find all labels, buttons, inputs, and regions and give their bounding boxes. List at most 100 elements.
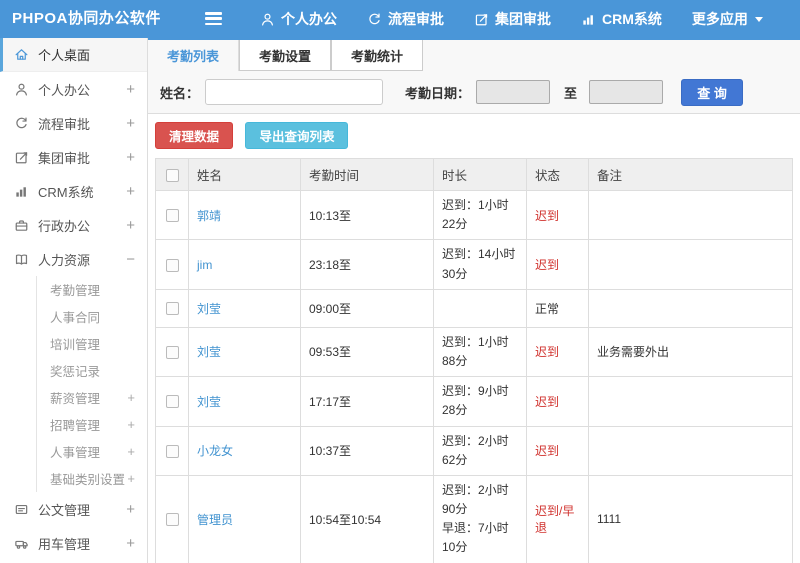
sidebar-subitem-hr-contract[interactable]: 人事合同 [37, 303, 147, 330]
row-checkbox[interactable] [165, 346, 179, 360]
name-cell: 郭靖 [188, 189, 301, 241]
remark-cell [588, 425, 793, 476]
row-checkbox[interactable] [165, 302, 179, 316]
briefcase-icon [15, 219, 28, 231]
select-all-checkbox[interactable] [165, 168, 179, 182]
sidebar-item-crm[interactable]: CRM系统 + [0, 174, 147, 208]
duration-cell: 迟到：14小时30分 [433, 239, 527, 290]
checkbox-cell [155, 239, 189, 290]
menu-toggle-icon[interactable] [205, 12, 222, 26]
topnav-group-approval[interactable]: 集团审批 [459, 0, 566, 38]
topnav-more-apps[interactable]: 更多应用 [677, 0, 778, 38]
employee-name-link[interactable]: 刘莹 [197, 302, 221, 316]
expand-plus-icon[interactable]: + [126, 150, 135, 165]
expand-plus-icon[interactable]: + [126, 536, 135, 551]
employee-name-link[interactable]: 刘莹 [197, 345, 221, 359]
sidebar-item-personal-office[interactable]: 个人办公 + [0, 72, 147, 106]
row-checkbox[interactable] [165, 513, 179, 527]
sidebar-item-document-mgmt[interactable]: 公文管理 + [0, 492, 147, 526]
employee-name-link[interactable]: jim [197, 258, 212, 272]
person-icon [262, 13, 273, 26]
row-checkbox[interactable] [165, 444, 179, 458]
sidebar-subitem-label: 人事合同 [50, 311, 101, 325]
sidebar-subitem-label: 考勤管理 [50, 284, 101, 298]
expand-plus-icon[interactable]: + [126, 82, 135, 97]
expand-plus-icon[interactable]: + [126, 502, 135, 517]
sidebar-subitem-attendance-mgmt[interactable]: 考勤管理 [37, 276, 147, 303]
table-row: 刘莹 09:53至 迟到：1小时88分 迟到 业务需要外出 [155, 326, 793, 378]
table-row: 郭靖 10:13至 迟到：1小时22分 迟到 [155, 189, 793, 241]
top-navigation: 个人办公 流程审批 集团审批 CRM系统 更多应用 [245, 0, 778, 38]
expand-plus-icon[interactable]: + [126, 116, 135, 131]
topnav-personal-office[interactable]: 个人办公 [245, 0, 352, 38]
topnav-process-approval[interactable]: 流程审批 [352, 0, 459, 38]
sidebar-subitem-personnel-mgmt[interactable]: 人事管理 + [37, 438, 147, 465]
date-from-input[interactable] [476, 80, 551, 104]
process-icon [16, 116, 27, 128]
name-cell: 刘莹 [188, 326, 301, 378]
tab-attendance-stats[interactable]: 考勤统计 [331, 40, 424, 71]
employee-name-link[interactable]: 郭靖 [197, 209, 221, 223]
status-cell: 迟到 [526, 189, 589, 241]
sidebar-item-label: 流程审批 [38, 116, 91, 132]
row-checkbox[interactable] [165, 395, 179, 409]
sidebar-subitem-training-mgmt[interactable]: 培训管理 [37, 330, 147, 357]
sidebar-item-vehicle-mgmt[interactable]: 用车管理 + [0, 526, 147, 560]
topnav-label: CRM系统 [602, 11, 662, 27]
export-list-button[interactable]: 导出查询列表 [245, 122, 349, 149]
main-content: 考勤列表 考勤设置 考勤统计 姓名： 考勤日期： 至 查 询 清理数据 导出查询… [148, 38, 800, 563]
table-row: jim 23:18至 迟到：14小时30分 迟到 [155, 239, 793, 290]
collapse-minus-icon[interactable]: − [126, 252, 135, 267]
employee-name-link[interactable]: 管理员 [197, 513, 233, 527]
name-input[interactable] [205, 79, 384, 105]
sidebar-subitem-label: 培训管理 [50, 338, 101, 352]
topnav-crm-system[interactable]: CRM系统 [566, 0, 677, 38]
header-name: 姓名 [188, 158, 301, 191]
sidebar-subitem-reward-punish[interactable]: 奖惩记录 [37, 357, 147, 384]
sidebar-item-label: 个人办公 [38, 82, 91, 98]
checkbox-cell [155, 189, 189, 241]
home-icon [15, 49, 28, 60]
app-title: PHPOA协同办公软件 [12, 10, 161, 27]
expand-plus-icon[interactable]: + [127, 471, 135, 486]
sidebar-item-personal-desktop[interactable]: 个人桌面 [0, 38, 147, 72]
tab-attendance-list[interactable]: 考勤列表 [148, 40, 240, 71]
expand-plus-icon[interactable]: + [126, 184, 135, 199]
sidebar-subitem-label: 招聘管理 [50, 419, 101, 433]
status-cell: 迟到 [526, 425, 589, 476]
status-cell: 迟到 [526, 326, 589, 378]
header-duration: 时长 [433, 158, 527, 191]
remark-cell: 1111 [588, 474, 793, 563]
clear-data-button[interactable]: 清理数据 [155, 122, 234, 149]
expand-plus-icon[interactable]: + [127, 390, 135, 405]
process-icon [369, 12, 380, 24]
row-checkbox[interactable] [165, 258, 179, 272]
employee-name-link[interactable]: 刘莹 [197, 395, 221, 409]
car-icon [15, 540, 28, 549]
date-to-input[interactable] [589, 80, 664, 104]
sidebar-item-hr[interactable]: 人力资源 − [0, 242, 147, 276]
employee-name-link[interactable]: 小龙女 [197, 444, 233, 458]
filter-bar: 姓名： 考勤日期： 至 查 询 [148, 71, 800, 113]
name-cell: jim [188, 239, 301, 290]
sidebar-item-admin-office[interactable]: 行政办公 + [0, 208, 147, 242]
expand-plus-icon[interactable]: + [127, 444, 135, 459]
remark-cell [588, 376, 793, 427]
expand-plus-icon[interactable]: + [126, 218, 135, 233]
time-cell: 09:53至 [300, 326, 434, 378]
sidebar-subitem-salary-mgmt[interactable]: 薪资管理 + [37, 384, 147, 411]
row-checkbox[interactable] [165, 209, 179, 223]
edit-icon [475, 13, 488, 25]
sidebar-item-label: 集团审批 [38, 150, 91, 166]
edit-icon [15, 151, 28, 163]
expand-plus-icon[interactable]: + [127, 417, 135, 432]
sidebar-subitem-base-category[interactable]: 基础类别设置 + [37, 465, 147, 492]
sidebar-subitem-recruit-mgmt[interactable]: 招聘管理 + [37, 411, 147, 438]
name-cell: 管理员 [188, 474, 301, 563]
duration-cell: 迟到：2小时90分 早退：7小时10分 [433, 474, 527, 563]
sidebar-item-group-approval[interactable]: 集团审批 + [0, 140, 147, 174]
checkbox-cell [155, 474, 189, 563]
sidebar-item-process-approval[interactable]: 流程审批 + [0, 106, 147, 140]
search-button[interactable]: 查 询 [681, 78, 744, 106]
tab-attendance-settings[interactable]: 考勤设置 [239, 40, 332, 71]
